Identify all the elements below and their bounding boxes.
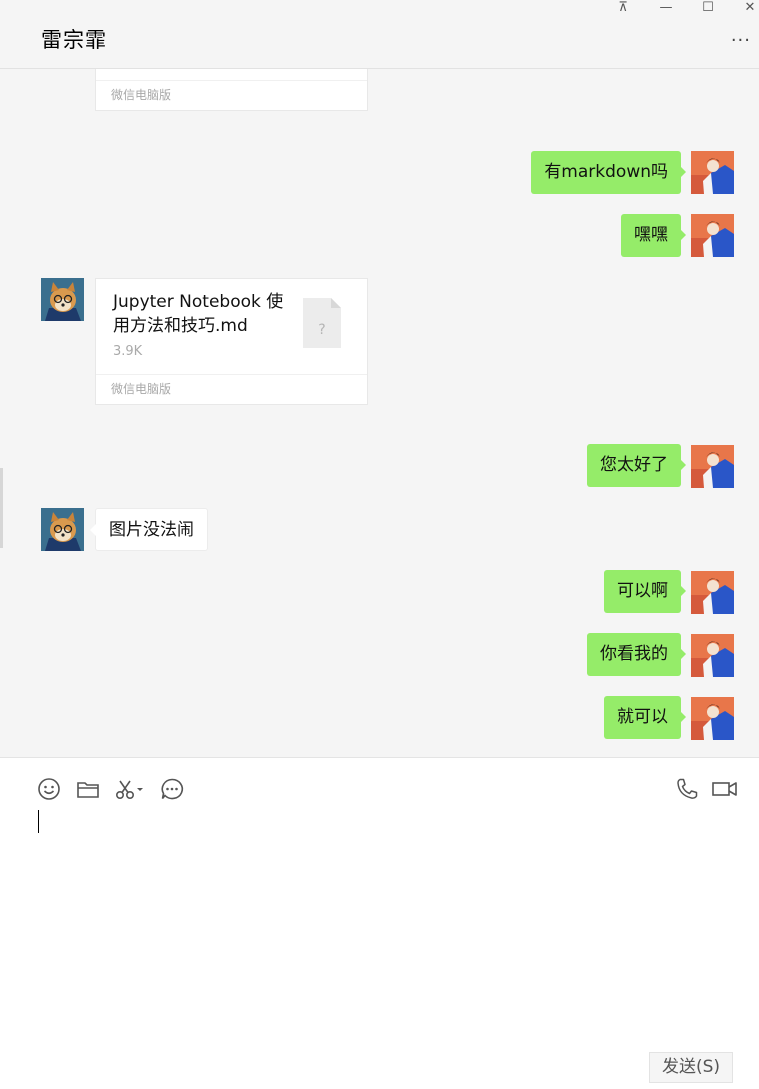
- file-icon-glyph: ?: [318, 322, 325, 338]
- my-message-bubble[interactable]: 您太好了: [587, 444, 686, 487]
- my-message-bubble[interactable]: 你看我的: [587, 633, 686, 676]
- folder-icon[interactable]: [75, 776, 101, 802]
- close-icon[interactable]: ✕: [738, 0, 759, 18]
- my-avatar[interactable]: [691, 571, 734, 614]
- file-message-card[interactable]: 微信电脑版: [95, 69, 368, 111]
- minimize-icon[interactable]: —: [654, 0, 678, 18]
- maximize-icon[interactable]: ☐: [696, 0, 720, 18]
- file-source-label: 微信电脑版: [96, 374, 367, 404]
- file-source-label: 微信电脑版: [96, 80, 367, 110]
- my-avatar[interactable]: [691, 634, 734, 677]
- my-avatar[interactable]: [691, 151, 734, 194]
- contact-avatar[interactable]: [41, 508, 84, 551]
- window-controls: ⊼ — ☐ ✕: [599, 0, 759, 18]
- chat-title: 雷宗霏: [41, 28, 107, 52]
- my-avatar[interactable]: [691, 214, 734, 257]
- my-message-bubble[interactable]: 可以啊: [604, 570, 686, 613]
- phone-icon[interactable]: [674, 776, 700, 802]
- message-composer[interactable]: 发送(S): [0, 757, 759, 1089]
- file-icon: ?: [303, 298, 341, 348]
- emoji-icon[interactable]: [36, 776, 62, 802]
- my-message-bubble[interactable]: 有markdown吗: [531, 151, 686, 194]
- message-list[interactable]: 微信电脑版 有markdown吗 嘿嘿 Jupyter Notebook 使用方…: [0, 69, 759, 757]
- pin-icon[interactable]: ⊼: [611, 0, 635, 18]
- contact-avatar[interactable]: [41, 278, 84, 321]
- send-button[interactable]: 发送(S): [649, 1052, 733, 1083]
- my-avatar[interactable]: [691, 697, 734, 740]
- my-message-bubble[interactable]: 就可以: [604, 696, 686, 739]
- file-name: Jupyter Notebook 使用方法和技巧.md: [113, 292, 284, 336]
- chat-bubble-icon[interactable]: [159, 776, 185, 802]
- contact-message-bubble[interactable]: 图片没法闹: [90, 508, 208, 551]
- video-icon[interactable]: [711, 776, 739, 802]
- scissors-icon[interactable]: [113, 776, 147, 802]
- more-options-icon[interactable]: ···: [731, 30, 751, 51]
- text-cursor: [38, 810, 39, 833]
- file-message-card[interactable]: Jupyter Notebook 使用方法和技巧.md 3.9K ? 微信电脑版: [95, 278, 368, 405]
- my-message-bubble[interactable]: 嘿嘿: [621, 214, 686, 257]
- file-size: 3.9K: [113, 344, 143, 359]
- my-avatar[interactable]: [691, 445, 734, 488]
